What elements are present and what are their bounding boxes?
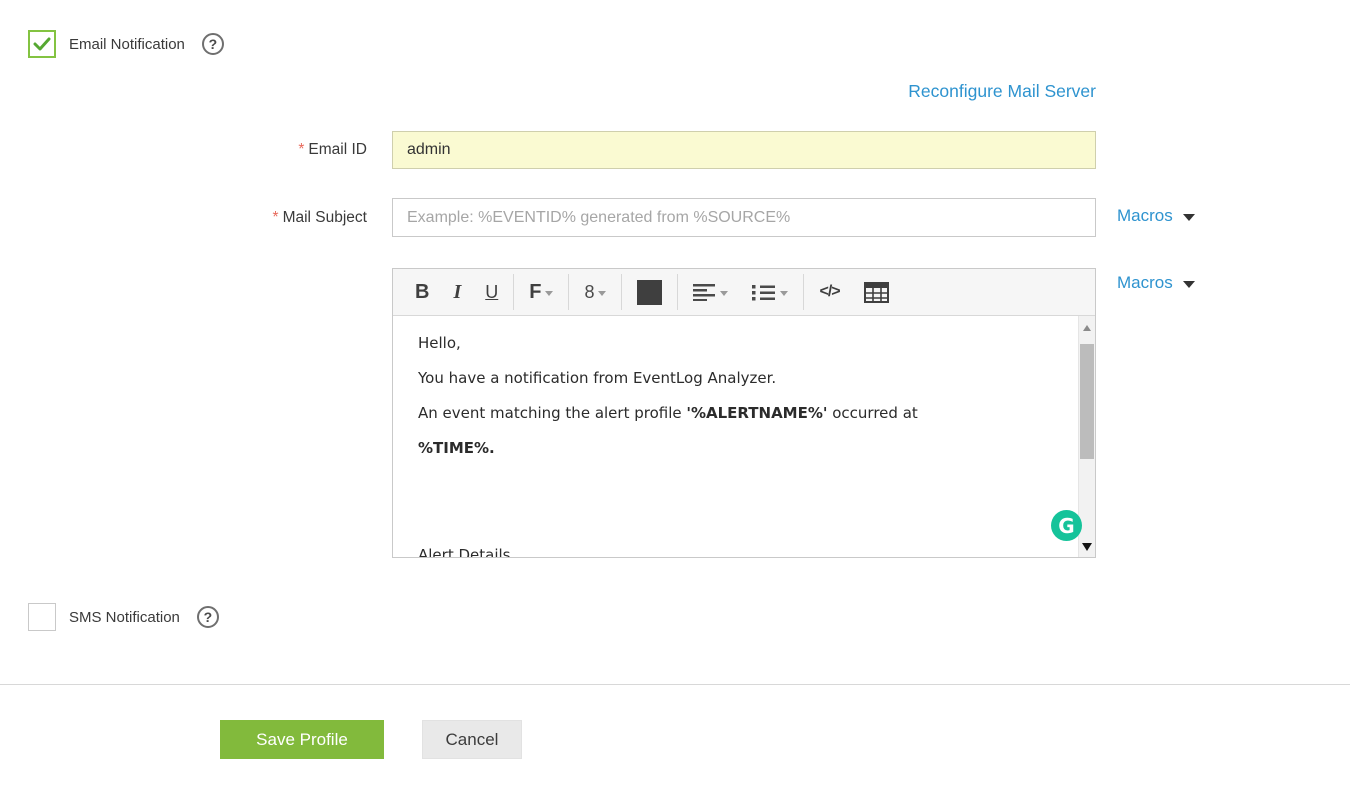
underline-button[interactable]: U	[473, 269, 510, 315]
toolbar-separator	[677, 274, 678, 310]
alert-name-macro: '%ALERTNAME%'	[686, 404, 827, 422]
insert-table-button[interactable]	[852, 269, 901, 315]
alignment-button[interactable]	[681, 269, 740, 315]
insert-table-icon	[864, 282, 889, 303]
alert-profile-notification-form: Email Notification ? Reconfigure Mail Se…	[0, 0, 1350, 788]
macros-dropdown-body[interactable]: Macros	[1117, 273, 1195, 293]
macros-label: Macros	[1117, 273, 1173, 293]
macros-dropdown-subject[interactable]: Macros	[1117, 206, 1195, 226]
chevron-down-icon	[598, 291, 606, 296]
reconfigure-mail-server-link[interactable]: Reconfigure Mail Server	[908, 81, 1096, 102]
scroll-down-icon[interactable]	[1082, 543, 1092, 551]
bold-button[interactable]: B	[403, 269, 441, 315]
scrollbar-thumb[interactable]	[1080, 344, 1094, 459]
scroll-up-icon[interactable]	[1083, 325, 1091, 331]
sms-notification-checkbox[interactable]	[28, 603, 56, 631]
editor-toolbar: B I U F 8	[393, 269, 1095, 316]
email-notification-label: Email Notification	[69, 36, 185, 53]
font-family-button[interactable]: F	[517, 269, 565, 315]
chevron-down-icon	[1183, 214, 1195, 221]
checkmark-icon	[33, 37, 51, 51]
email-notification-checkbox[interactable]	[28, 30, 56, 58]
toolbar-separator	[803, 274, 804, 310]
rich-text-editor: B I U F 8	[392, 268, 1096, 558]
email-id-input[interactable]	[392, 131, 1096, 169]
required-asterisk: *	[273, 209, 279, 226]
email-notification-help-icon[interactable]: ?	[202, 33, 224, 55]
italic-button[interactable]: I	[441, 269, 473, 315]
editor-line: You have a notification from EventLog An…	[418, 361, 1035, 396]
font-color-button[interactable]	[625, 269, 674, 315]
mail-subject-input[interactable]	[392, 198, 1096, 237]
editor-line-alert-details: Alert Details	[418, 538, 1035, 557]
editor-line: An event matching the alert profile '%AL…	[418, 396, 1035, 431]
chevron-down-icon	[545, 291, 553, 296]
time-macro: %TIME%.	[418, 439, 495, 457]
email-notification-row: Email Notification ?	[28, 30, 224, 58]
save-profile-button[interactable]: Save Profile	[220, 720, 384, 759]
chevron-down-icon	[780, 291, 788, 296]
font-size-value: 8	[584, 282, 594, 303]
code-view-button[interactable]: </>	[807, 269, 851, 315]
toolbar-separator	[621, 274, 622, 310]
sms-notification-row: SMS Notification ?	[28, 603, 219, 631]
unordered-list-icon	[752, 284, 776, 301]
mail-subject-label: *Mail Subject	[27, 209, 367, 227]
grammarly-icon[interactable]: G	[1051, 510, 1082, 541]
sms-notification-label: SMS Notification	[69, 609, 180, 626]
macros-label: Macros	[1117, 206, 1173, 226]
mail-subject-label-text: Mail Subject	[283, 209, 367, 226]
list-button[interactable]	[740, 269, 800, 315]
email-id-label-text: Email ID	[308, 141, 367, 158]
required-asterisk: *	[298, 141, 304, 158]
align-left-icon	[693, 283, 716, 301]
message-body-text: Hello, You have a notification from Even…	[393, 316, 1095, 557]
chevron-down-icon	[720, 291, 728, 296]
editor-line: %TIME%.	[418, 431, 1035, 466]
cancel-button[interactable]: Cancel	[422, 720, 522, 759]
editor-content[interactable]: Hello, You have a notification from Even…	[393, 316, 1095, 557]
chevron-down-icon	[1183, 281, 1195, 288]
toolbar-separator	[568, 274, 569, 310]
font-size-button[interactable]: 8	[572, 269, 618, 315]
editor-line: Hello,	[418, 326, 1035, 361]
toolbar-separator	[513, 274, 514, 310]
email-id-label: *Email ID	[27, 141, 367, 159]
color-swatch-icon	[637, 280, 662, 305]
sms-notification-help-icon[interactable]: ?	[197, 606, 219, 628]
font-family-icon: F	[529, 281, 541, 304]
footer-divider	[0, 684, 1350, 685]
